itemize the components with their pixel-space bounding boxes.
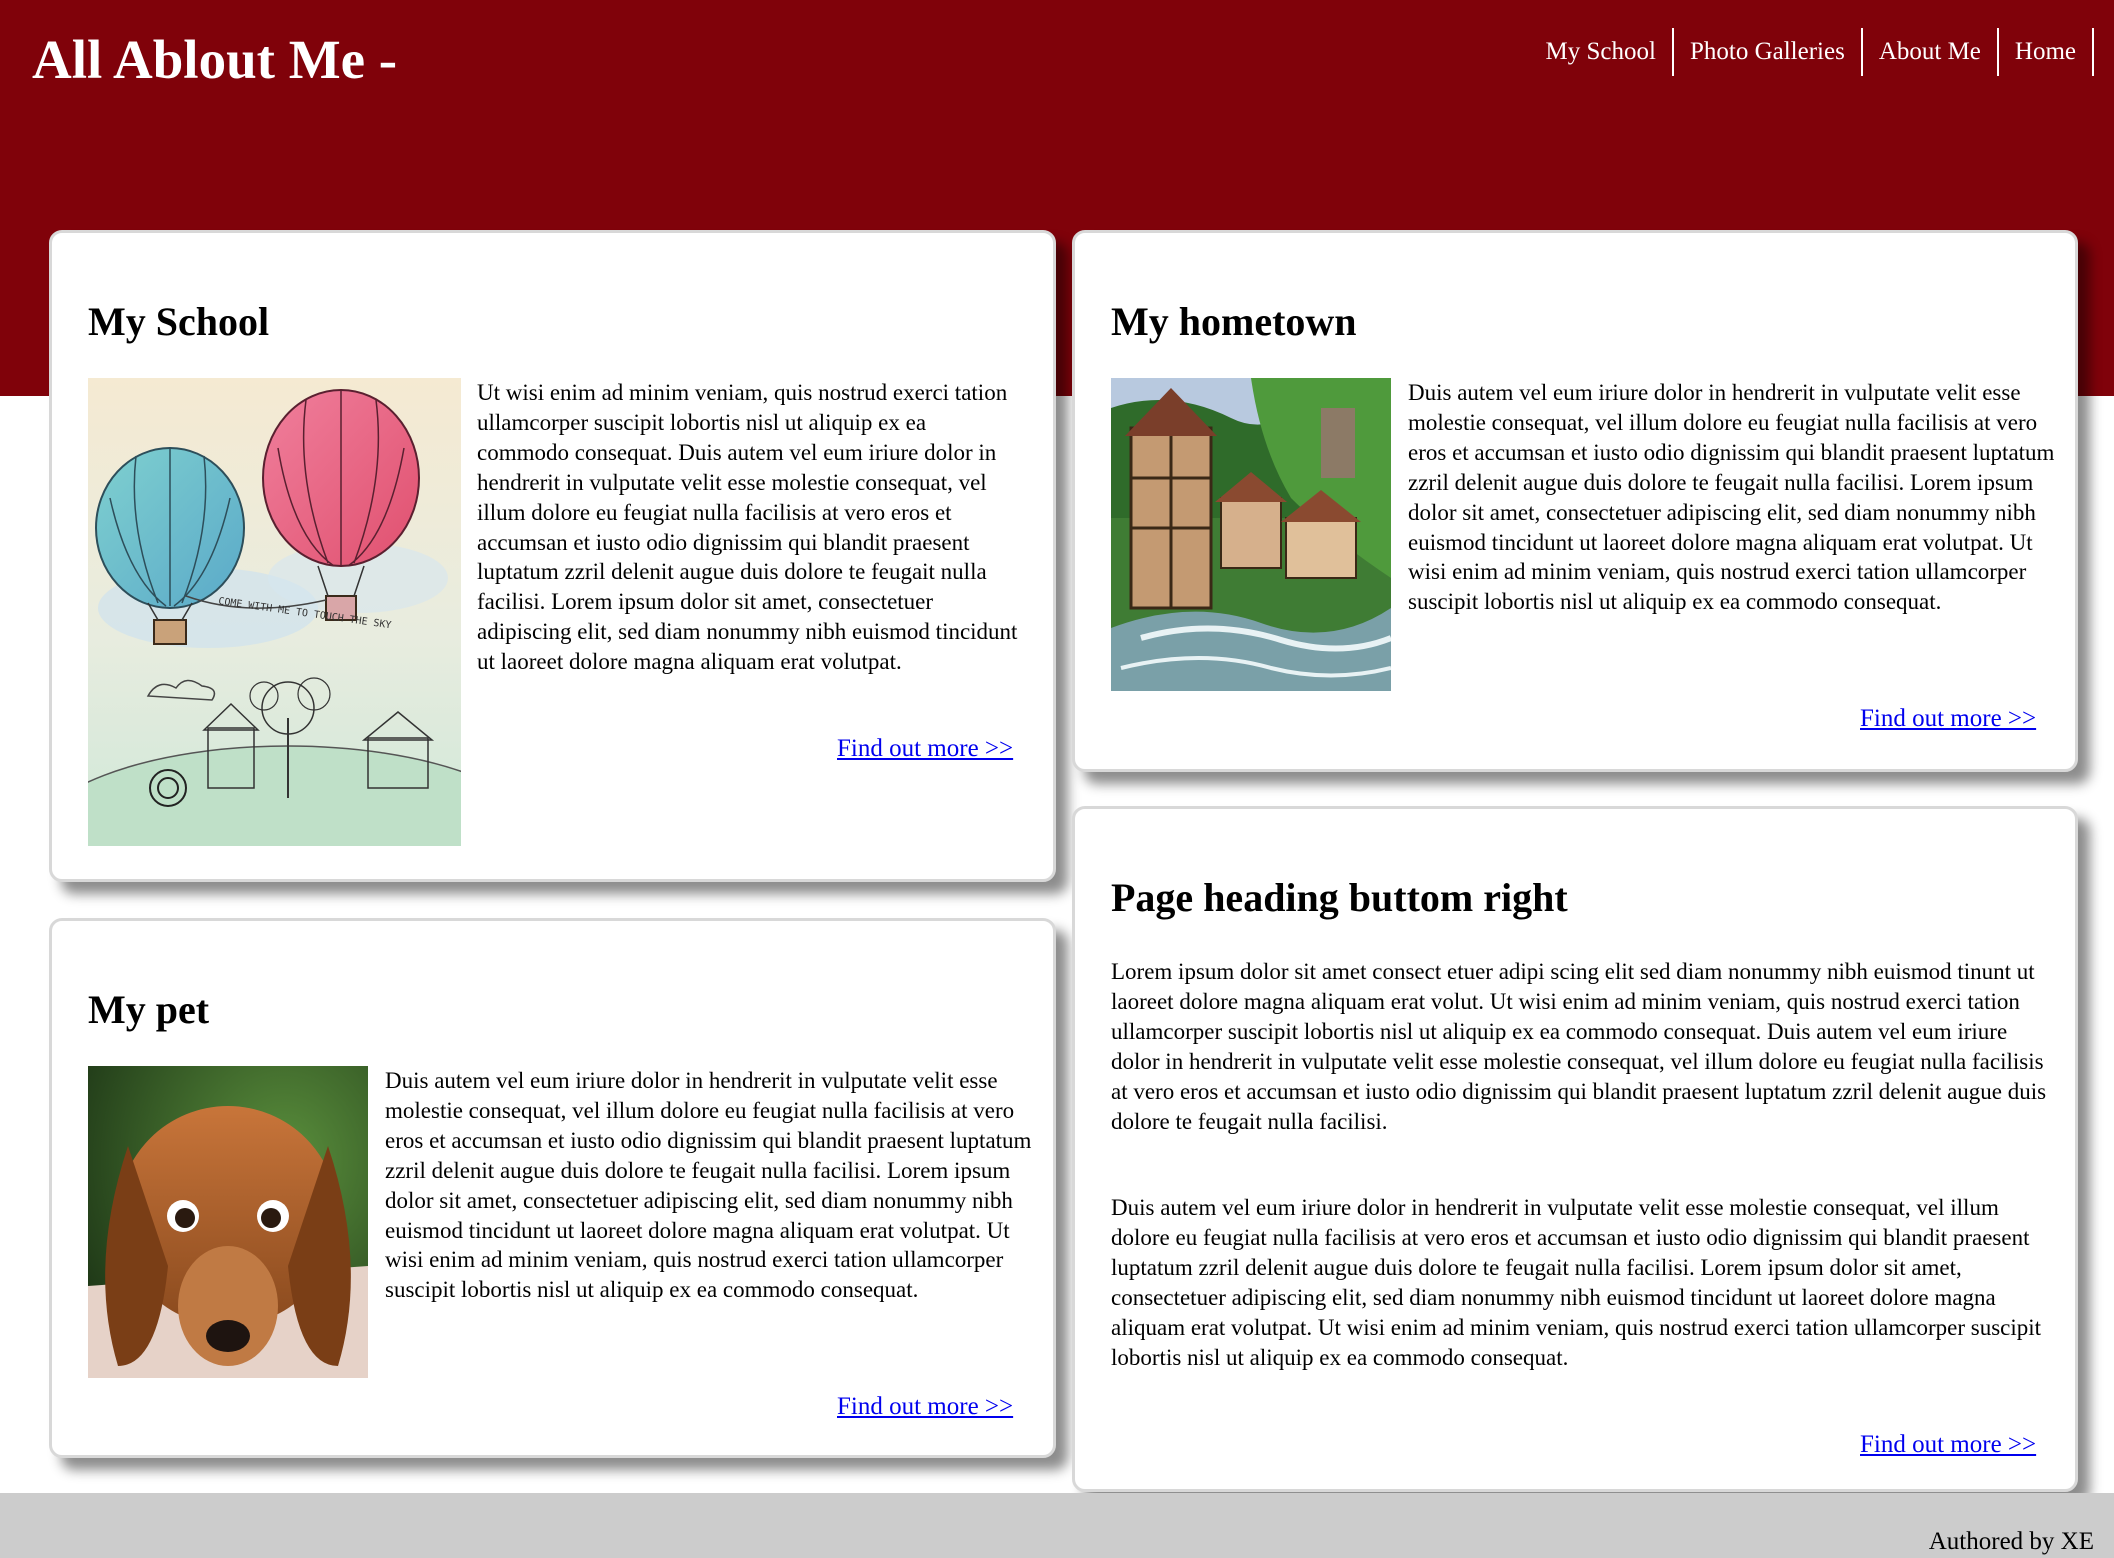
card-heading: My pet <box>88 987 210 1032</box>
card-bottom-right: Page heading buttom right Lorem ipsum do… <box>1072 806 2078 1492</box>
find-out-more-link[interactable]: Find out more >> <box>837 1391 1013 1423</box>
main-nav: My School Photo Galleries About Me Home <box>1530 28 2094 76</box>
card-heading: Page heading buttom right <box>1111 875 1568 920</box>
dachshund-image <box>88 1066 368 1378</box>
nav-home[interactable]: Home <box>1999 28 2094 76</box>
site-title: All Ablout Me - <box>32 29 398 90</box>
nav-about-me[interactable]: About Me <box>1863 28 1999 76</box>
village-river-image <box>1111 378 1391 691</box>
nav-photo-galleries[interactable]: Photo Galleries <box>1674 28 1863 76</box>
nav-my-school[interactable]: My School <box>1530 28 1674 76</box>
card-body: Duis autem vel eum iriure dolor in hendr… <box>1408 380 2055 615</box>
card-my-hometown: My hometown Duis autem vel eum iriure do… <box>1072 230 2078 772</box>
card-my-pet: My pet Duis autem vel eum iriure dolor i… <box>49 918 1056 1458</box>
card-body-paragraph-1: Lorem ipsum dolor sit amet consect etuer… <box>1111 959 2047 1134</box>
card-body: Ut wisi enim ad minim veniam, quis nostr… <box>477 380 1018 675</box>
footer-credit: Authored by XE <box>1928 1528 2094 1555</box>
find-out-more-link[interactable]: Find out more >> <box>1860 1429 2036 1461</box>
card-heading: My hometown <box>1111 299 1357 344</box>
find-out-more-link[interactable]: Find out more >> <box>837 733 1013 765</box>
card-heading: My School <box>88 299 270 344</box>
hot-air-balloons-image: COME WITH ME TO TOUCH THE SKY <box>88 378 461 846</box>
card-body: Duis autem vel eum iriure dolor in hendr… <box>385 1068 1032 1303</box>
find-out-more-link[interactable]: Find out more >> <box>1860 703 2036 735</box>
page-footer: Authored by XE <box>0 1493 2114 1558</box>
card-my-school: My School COME WITH ME TO TOUCH THE SKY … <box>49 230 1056 882</box>
card-body-paragraph-2: Duis autem vel eum iriure dolor in hendr… <box>1111 1195 2042 1370</box>
